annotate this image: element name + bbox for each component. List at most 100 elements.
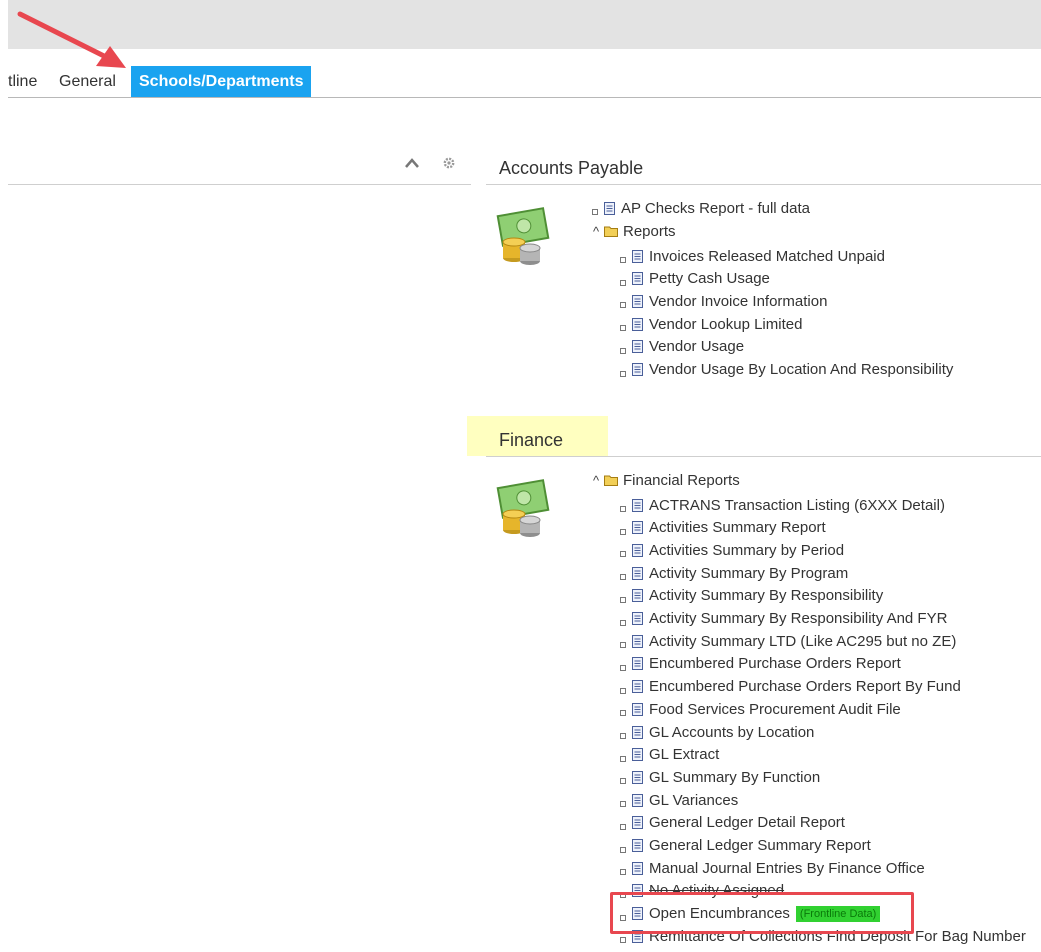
item-label: General Ledger Summary Report (649, 837, 871, 854)
item-label: General Ledger Detail Report (649, 814, 845, 832)
list-item[interactable]: Manual Journal Entries By Finance Office (620, 857, 925, 879)
item-label: Vendor Invoice Information (649, 292, 828, 310)
document-icon (632, 793, 643, 807)
item-label: Activities Summary by Period (649, 541, 845, 559)
folder-label: Reports (623, 222, 676, 240)
node-bullet-icon (620, 257, 626, 263)
node-bullet-icon (620, 619, 626, 626)
list-item[interactable]: Activity Summary By Program (620, 562, 848, 584)
tab-bar: tline General Schools/Departments (8, 66, 1041, 98)
item-label: Vendor Lookup Limited (649, 315, 803, 333)
item-label: ACTRANS Transaction Listing (6XXX Detail… (649, 496, 945, 514)
chevron-up-icon[interactable]: ^ (590, 224, 602, 239)
node-bullet-icon (620, 710, 626, 717)
item-label: Invoices Released Matched Unpaid (649, 247, 885, 265)
money-icon (496, 479, 550, 537)
folder-icon (604, 475, 618, 486)
item-label: Encumbered Purchase Orders Report (649, 655, 901, 673)
list-item[interactable]: GL Accounts by Location (620, 721, 814, 743)
list-item[interactable]: Petty Cash Usage (620, 268, 770, 290)
item-label: GL Variances (649, 791, 739, 809)
list-item[interactable]: Vendor Invoice Information (620, 290, 827, 312)
document-icon (632, 340, 643, 354)
document-icon (632, 816, 643, 830)
list-item[interactable]: GL Extract (620, 744, 719, 766)
list-item[interactable]: Activity Summary By Responsibility And F… (620, 608, 947, 630)
document-icon (632, 249, 643, 263)
document-icon (632, 543, 643, 557)
document-icon (632, 272, 643, 286)
chevron-up-icon[interactable]: ^ (590, 473, 602, 488)
document-icon (632, 770, 643, 784)
list-item[interactable]: Vendor Lookup Limited (620, 313, 802, 335)
list-item[interactable]: Vendor Usage By Location And Responsibil… (620, 359, 953, 381)
node-bullet-icon (592, 209, 598, 215)
node-bullet-icon (620, 506, 626, 512)
folder-financial-reports[interactable]: ^ Financial Reports (590, 469, 740, 491)
node-bullet-icon (620, 869, 626, 876)
item-label: GL Extract (649, 746, 720, 764)
document-icon (632, 725, 643, 739)
node-bullet-icon (620, 664, 626, 671)
document-icon (604, 201, 615, 215)
item-label: Vendor Usage By Location And Responsibil… (649, 361, 954, 378)
node-bullet-icon (620, 574, 626, 581)
node-bullet-icon (620, 733, 626, 739)
document-icon (632, 589, 643, 603)
item-label: Activity Summary By Responsibility (649, 587, 884, 605)
item-label: Activity Summary By Responsibility And F… (649, 610, 948, 627)
node-bullet-icon (620, 801, 626, 808)
node-bullet-icon (620, 755, 626, 762)
document-icon (632, 680, 643, 694)
item-label: Activity Summary LTD (Like AC295 but no … (649, 632, 957, 650)
item-label: GL Accounts by Location (649, 723, 815, 741)
tab-general[interactable]: General (59, 66, 116, 98)
list-item[interactable]: GL Summary By Function (620, 766, 820, 788)
window-topbar (8, 0, 1041, 49)
item-label: GL Summary By Function (649, 768, 821, 786)
list-item[interactable]: Activities Summary Report (620, 517, 826, 539)
section-title-finance: Finance (499, 430, 564, 450)
node-bullet-icon (620, 778, 626, 785)
node-bullet-icon (620, 823, 626, 830)
list-item[interactable]: ACTRANS Transaction Listing (6XXX Detail… (620, 494, 945, 516)
list-item[interactable]: AP Checks Report - full data (592, 197, 810, 219)
tab-schools-departments[interactable]: Schools/Departments (131, 66, 312, 98)
item-label: Petty Cash Usage (649, 270, 770, 288)
list-item[interactable]: Activities Summary by Period (620, 539, 844, 561)
document-icon (632, 566, 643, 580)
node-bullet-icon (620, 846, 626, 853)
node-bullet-icon (620, 325, 626, 332)
gear-icon[interactable] (442, 156, 456, 174)
list-item[interactable]: General Ledger Summary Report (620, 835, 871, 857)
section-divider (486, 456, 1041, 457)
list-item[interactable]: Encumbered Purchase Orders Report (620, 653, 901, 675)
document-icon (632, 612, 643, 625)
list-item[interactable]: GL Variances (620, 789, 738, 811)
node-bullet-icon (620, 596, 626, 603)
list-item[interactable]: Activity Summary LTD (Like AC295 but no … (620, 630, 956, 652)
node-bullet-icon (620, 551, 626, 558)
list-item[interactable]: General Ledger Detail Report (620, 812, 845, 834)
annotation-highlight-box (610, 892, 914, 934)
node-bullet-icon (620, 370, 626, 377)
chevron-up-icon[interactable] (404, 156, 420, 174)
folder-icon (604, 226, 618, 237)
list-item[interactable]: Activity Summary By Responsibility (620, 585, 883, 607)
folder-reports[interactable]: ^ Reports (590, 220, 676, 242)
section-title-accounts-payable: Accounts Payable (499, 158, 644, 178)
node-bullet-icon (620, 347, 626, 354)
item-label: Encumbered Purchase Orders Report By Fun… (649, 678, 961, 696)
node-bullet-icon (620, 642, 626, 649)
node-bullet-icon (620, 937, 626, 944)
list-item[interactable]: Invoices Released Matched Unpaid (620, 245, 885, 267)
list-item[interactable]: Vendor Usage (620, 336, 744, 358)
document-icon (632, 521, 643, 535)
list-item[interactable]: Food Services Procurement Audit File (620, 698, 901, 720)
tab-outline[interactable]: tline (8, 66, 37, 98)
document-icon (632, 634, 643, 648)
left-panel-divider (8, 184, 471, 185)
item-label: Food Services Procurement Audit File (649, 700, 901, 718)
list-item[interactable]: Encumbered Purchase Orders Report By Fun… (620, 676, 961, 698)
document-icon (632, 363, 643, 376)
